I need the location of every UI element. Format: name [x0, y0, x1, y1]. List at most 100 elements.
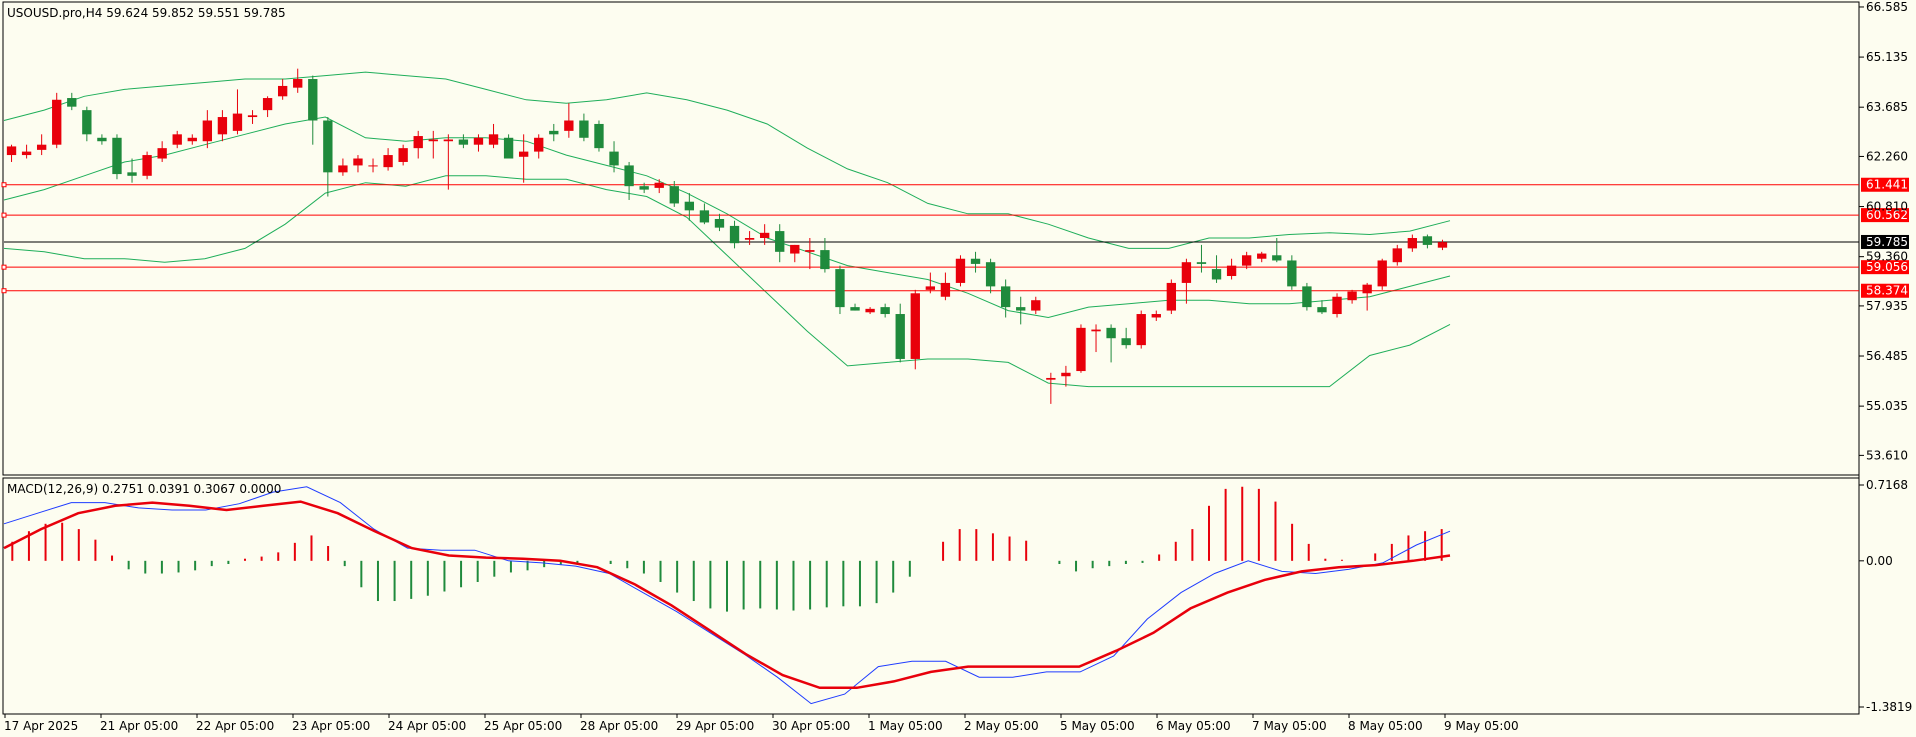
candle-body — [488, 134, 499, 145]
candle-body — [202, 120, 213, 142]
candle-body — [549, 130, 559, 135]
candle-body — [1317, 307, 1327, 313]
time-tick-label: 25 Apr 05:00 — [484, 719, 562, 733]
candle-body — [1211, 269, 1222, 280]
macd-indicator: 0.7168 0.00 -1.3819 — [3, 478, 1912, 714]
candle-body — [142, 155, 152, 176]
level-label: 58.374 — [1866, 284, 1908, 298]
candle-body — [654, 182, 664, 188]
candle-body — [1362, 284, 1372, 294]
candle-body — [1000, 286, 1011, 308]
price-tick-label: 62.260 — [1866, 149, 1908, 163]
symbol-header: USOUSD.pro,H4 59.624 59.852 59.551 59.78… — [7, 6, 286, 20]
candle-body — [1196, 262, 1207, 264]
candle-body — [895, 314, 905, 359]
candle-body — [609, 151, 619, 166]
candle-body — [820, 250, 830, 270]
candle-body — [865, 308, 875, 313]
candle-body — [443, 139, 454, 142]
price-tick-label: 65.135 — [1866, 50, 1908, 64]
band-middle — [3, 116, 1451, 319]
price-panel-frame — [2, 1, 1860, 476]
candle-body — [308, 79, 318, 121]
candle-body — [1076, 327, 1086, 372]
candle-body — [880, 307, 890, 315]
candle-body — [6, 146, 17, 156]
candle-body — [172, 134, 182, 145]
candle-body — [714, 218, 725, 228]
candle-body — [790, 244, 800, 254]
candle-body — [97, 137, 107, 142]
time-tick-label: 22 Apr 05:00 — [196, 719, 274, 733]
price-tick-label: 57.935 — [1866, 299, 1908, 313]
price-tick-label: 53.610 — [1866, 448, 1908, 462]
level-marker — [1, 264, 7, 270]
candle-body — [1091, 329, 1101, 332]
current-price-label: 59.785 — [1866, 235, 1908, 249]
candle-body — [1121, 338, 1131, 346]
candle-body — [413, 136, 423, 149]
candle-body — [985, 262, 996, 287]
candle-body — [910, 293, 920, 359]
time-tick-label: 5 May 05:00 — [1060, 719, 1135, 733]
candle-body — [518, 151, 529, 157]
candle-body — [759, 232, 770, 238]
time-tick-label: 21 Apr 05:00 — [100, 719, 178, 733]
level-marker — [1, 212, 7, 218]
candle-body — [1136, 314, 1146, 346]
level-label: 61.441 — [1866, 178, 1908, 192]
band-upper — [3, 71, 1451, 249]
candle-body — [67, 98, 77, 107]
macd-panel-frame — [2, 477, 1860, 715]
candle-body — [232, 113, 243, 131]
macd-tick-label: -1.3819 — [1866, 700, 1912, 714]
candle-body — [1332, 296, 1342, 315]
time-axis: 17 Apr 2025 21 Apr 05:00 22 Apr 05:00 23 Ap… — [4, 714, 1519, 733]
time-tick-label: 17 Apr 2025 — [4, 719, 78, 733]
time-tick-label: 23 Apr 05:00 — [292, 719, 370, 733]
candle-body — [1437, 242, 1448, 248]
candle-body — [624, 165, 634, 187]
time-tick-label: 28 Apr 05:00 — [580, 719, 658, 733]
candle-body — [1287, 260, 1297, 287]
time-tick-label: 2 May 05:00 — [964, 719, 1039, 733]
candle-body — [1166, 282, 1177, 311]
candle-body — [744, 238, 755, 240]
candle-body — [850, 307, 860, 311]
candle-body — [1061, 372, 1071, 377]
candle-body — [699, 210, 710, 223]
price-tick-label: 59.360 — [1866, 250, 1908, 264]
band-lower — [3, 175, 1451, 388]
candle-body — [1377, 260, 1387, 287]
candle-body — [112, 137, 122, 175]
candle-body — [1241, 255, 1252, 266]
candle-body — [217, 117, 228, 135]
candle-body — [1181, 262, 1192, 283]
candle-body — [293, 79, 303, 88]
candle-body — [1347, 291, 1357, 301]
candle-body — [1106, 327, 1116, 339]
price-tick-label: 66.585 — [1866, 0, 1908, 14]
candle-body — [1302, 286, 1312, 308]
candle-body — [338, 165, 348, 173]
candle-body — [1031, 300, 1041, 311]
price-tick-label: 60.810 — [1866, 200, 1908, 214]
candle-body — [398, 148, 408, 162]
chart-root[interactable]: 61.44160.56259.05658.37459.78566.58565.1… — [0, 0, 1916, 737]
macd-tick-label: 0.7168 — [1866, 478, 1908, 492]
candle-body — [775, 231, 785, 252]
candle-body — [52, 99, 62, 145]
candle-body — [383, 155, 393, 168]
candle-body — [925, 286, 936, 290]
candle-body — [368, 165, 378, 167]
candle-body — [594, 123, 604, 149]
time-tick-label: 30 Apr 05:00 — [772, 719, 850, 733]
candle-body — [473, 137, 484, 145]
candle-body — [503, 137, 514, 159]
level-marker — [1, 288, 7, 294]
candle-body — [1407, 238, 1418, 249]
candle-body — [579, 120, 589, 138]
candle-body — [1422, 236, 1433, 245]
candle-body — [970, 258, 981, 264]
time-tick-label: 8 May 05:00 — [1348, 719, 1423, 733]
